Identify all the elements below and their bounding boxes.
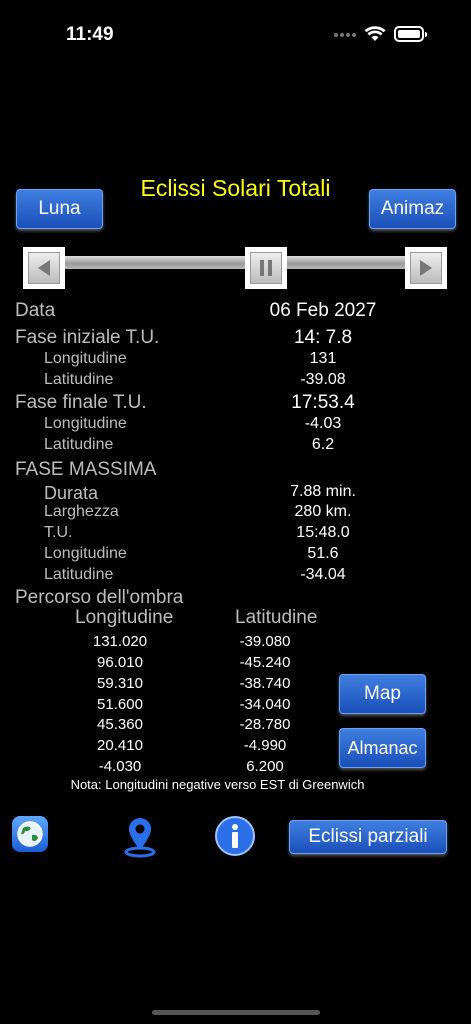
fase-iniziale-label: Fase iniziale T.U. bbox=[15, 327, 160, 348]
data-value: 06 Feb 2027 bbox=[269, 300, 377, 321]
globe-icon[interactable] bbox=[12, 816, 48, 852]
path-row-longitudine: 131.020 bbox=[92, 633, 148, 650]
path-row-longitudine: 51.600 bbox=[97, 696, 143, 713]
percorso-title: Percorso dell'ombra bbox=[15, 587, 184, 608]
step-forward-button[interactable] bbox=[405, 247, 447, 289]
pause-button[interactable] bbox=[245, 247, 287, 289]
step-back-button[interactable] bbox=[23, 247, 65, 289]
fase-iniziale-latitudine-value: -39.08 bbox=[300, 371, 346, 388]
fase-finale-longitudine-label: Longitudine bbox=[44, 415, 127, 432]
fase-iniziale-longitudine-label: Longitudine bbox=[44, 350, 127, 367]
path-row-latitudine: -39.080 bbox=[239, 633, 291, 650]
path-row-longitudine: 20.410 bbox=[97, 737, 143, 754]
path-row-latitudine: 6.200 bbox=[246, 758, 284, 775]
fase-iniziale-longitudine-value: 131 bbox=[309, 350, 337, 367]
fase-massima-latitudine-value: -34.04 bbox=[300, 566, 346, 583]
triangle-right-icon bbox=[420, 260, 432, 276]
durata-value: 7.88 min. bbox=[290, 483, 356, 500]
fase-massima-label: FASE MASSIMA bbox=[15, 459, 157, 480]
fase-finale-label: Fase finale T.U. bbox=[15, 392, 147, 413]
path-row-latitudine: -34.040 bbox=[239, 696, 291, 713]
path-row-latitudine: -28.780 bbox=[239, 716, 291, 733]
fase-massima-latitudine-label: Latitudine bbox=[44, 566, 114, 583]
larghezza-label: Larghezza bbox=[44, 503, 119, 520]
path-row-latitudine: -45.240 bbox=[239, 654, 291, 671]
path-row-longitudine: -4.030 bbox=[98, 758, 142, 775]
fase-finale-value: 17:53.4 bbox=[291, 392, 355, 413]
info-icon[interactable] bbox=[214, 815, 256, 862]
fase-massima-longitudine-value: 51.6 bbox=[307, 545, 339, 562]
path-row-longitudine: 96.010 bbox=[97, 654, 143, 671]
tu-value: 15:48.0 bbox=[296, 524, 350, 541]
fase-finale-latitudine-value: 6.2 bbox=[311, 436, 335, 453]
footnote: Nota: Longitudini negative verso EST di … bbox=[70, 777, 365, 792]
durata-label: Durata bbox=[44, 483, 99, 503]
map-button[interactable]: Map bbox=[339, 674, 426, 714]
fase-finale-latitudine-label: Latitudine bbox=[44, 436, 114, 453]
path-row-latitudine: -38.740 bbox=[239, 675, 291, 692]
column-header-longitudine: Longitudine bbox=[75, 607, 174, 628]
fase-iniziale-value: 14: 7.8 bbox=[293, 327, 353, 348]
path-row-longitudine: 45.360 bbox=[97, 716, 143, 733]
pause-icon bbox=[260, 260, 272, 276]
fase-massima-longitudine-label: Longitudine bbox=[44, 545, 127, 562]
almanac-button[interactable]: Almanac bbox=[339, 728, 426, 768]
triangle-left-icon bbox=[38, 260, 50, 276]
home-indicator[interactable] bbox=[152, 1010, 320, 1015]
animaz-button[interactable]: Animaz bbox=[369, 189, 456, 229]
wifi-icon bbox=[364, 24, 386, 47]
status-time: 11:49 bbox=[66, 24, 114, 45]
column-header-latitudine: Latitudine bbox=[235, 607, 318, 628]
fase-iniziale-latitudine-label: Latitudine bbox=[44, 371, 114, 388]
battery-icon bbox=[394, 26, 427, 42]
path-row-longitudine: 59.310 bbox=[97, 675, 143, 692]
luna-button[interactable]: Luna bbox=[16, 189, 103, 229]
timeline-track[interactable] bbox=[45, 256, 430, 269]
tu-label: T.U. bbox=[44, 524, 73, 541]
larghezza-value: 280 km. bbox=[294, 503, 352, 520]
location-pin-icon[interactable] bbox=[122, 814, 158, 863]
eclissi-parziali-button[interactable]: Eclissi parziali bbox=[289, 820, 447, 854]
cellular-signal-icon bbox=[334, 33, 358, 39]
data-label: Data bbox=[15, 300, 56, 321]
path-row-latitudine: -4.990 bbox=[243, 737, 287, 754]
fase-finale-longitudine-value: -4.03 bbox=[304, 415, 342, 432]
